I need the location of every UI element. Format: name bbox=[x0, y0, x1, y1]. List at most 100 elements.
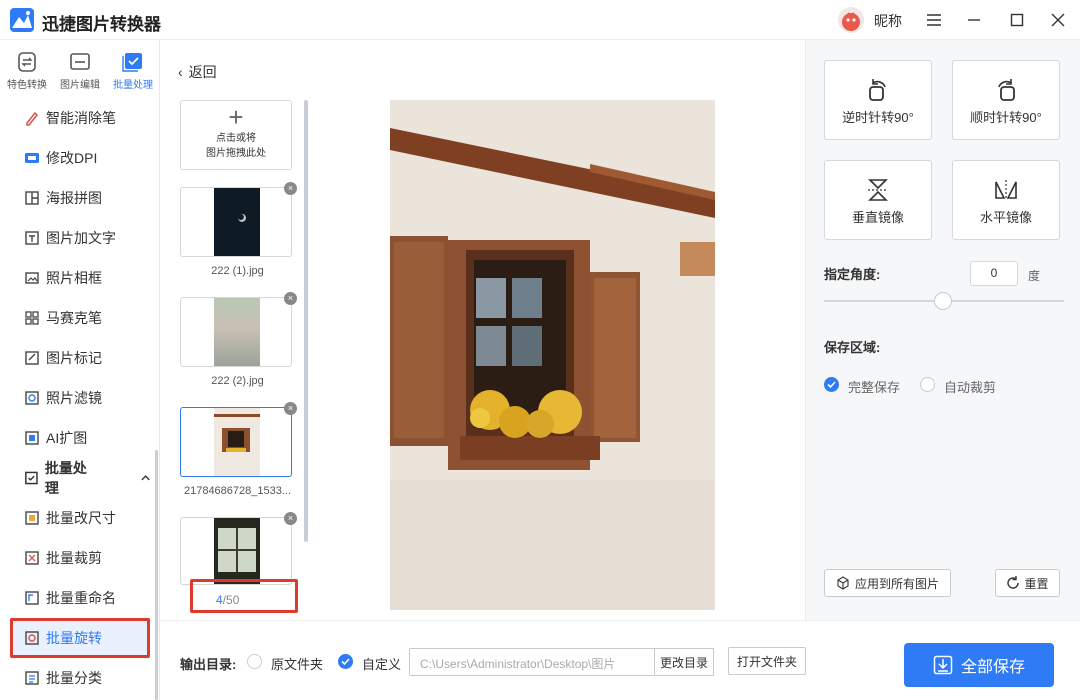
sidebar-item-label: 海报拼图 bbox=[46, 190, 102, 206]
tab-batch-process[interactable]: 批量处理 bbox=[109, 52, 157, 91]
filter-icon bbox=[25, 391, 39, 405]
image-edit-icon bbox=[70, 53, 90, 70]
sidebar-item-label: 图片标记 bbox=[46, 350, 102, 366]
sidebar-item-add-text[interactable]: 图片加文字 bbox=[10, 220, 150, 256]
flip-vertical-icon bbox=[868, 179, 888, 201]
auto-crop-radio[interactable] bbox=[920, 377, 935, 392]
chevron-up-icon[interactable] bbox=[141, 474, 150, 482]
sidebar-item-ai-expand[interactable]: AI扩图 bbox=[10, 420, 150, 456]
remove-thumbnail-icon[interactable]: × bbox=[284, 402, 297, 415]
batch-section-icon bbox=[25, 471, 38, 485]
save-full-radio[interactable] bbox=[824, 377, 839, 392]
reset-button[interactable]: 重置 bbox=[995, 569, 1060, 597]
sidebar-scrollbar[interactable] bbox=[155, 450, 158, 700]
output-dir-label: 输出目录: bbox=[180, 657, 237, 672]
thumbnail[interactable]: × bbox=[180, 182, 297, 257]
rotate-ccw-icon bbox=[869, 79, 886, 101]
remove-thumbnail-icon[interactable]: × bbox=[284, 182, 297, 195]
angle-input[interactable]: 0 bbox=[970, 261, 1018, 286]
rotate-cw-label: 顺时针转90° bbox=[970, 110, 1042, 125]
source-folder-radio[interactable] bbox=[247, 654, 262, 669]
tab-bar: 特色转换 图片编辑 批量处理 bbox=[0, 40, 160, 100]
sidebar-item-image-mark[interactable]: 图片标记 bbox=[10, 340, 150, 376]
apply-all-label: 应用到所有图片 bbox=[854, 576, 939, 591]
sidebar-item-photo-filter[interactable]: 照片滤镜 bbox=[10, 380, 150, 416]
angle-unit: 度 bbox=[1028, 269, 1041, 283]
batch-rename-icon bbox=[25, 591, 39, 605]
sidebar-item-smart-eraser[interactable]: 智能消除笔 bbox=[10, 100, 150, 136]
sidebar-item-label: 批量处理 bbox=[44, 460, 87, 496]
custom-folder-radio[interactable] bbox=[338, 654, 353, 669]
batch-classify-icon bbox=[25, 671, 39, 685]
thumbnail[interactable]: × bbox=[180, 292, 297, 367]
custom-folder-label[interactable]: 自定义 bbox=[362, 654, 401, 673]
flip-horizontal-label: 水平镜像 bbox=[979, 210, 1032, 225]
save-full-label[interactable]: 完整保存 bbox=[848, 377, 900, 396]
tab-label: 批量处理 bbox=[113, 80, 153, 91]
source-folder-label[interactable]: 原文件夹 bbox=[271, 654, 323, 673]
sidebar-item-label: 批量改尺寸 bbox=[46, 510, 116, 526]
sidebar-item-poster-collage[interactable]: 海报拼图 bbox=[10, 180, 150, 216]
add-image-dropzone[interactable]: + 点击或将 图片拖拽此处 bbox=[180, 100, 292, 170]
thumbnail-image bbox=[214, 518, 260, 584]
tab-feature-convert[interactable]: 特色转换 bbox=[3, 52, 51, 91]
sidebar: 特色转换 图片编辑 批量处理 智能消除笔 修改DPI 海报拼图 图片加文字 照片… bbox=[0, 40, 160, 700]
apply-all-button[interactable]: 应用到所有图片 bbox=[824, 569, 951, 597]
sidebar-item-label: 智能消除笔 bbox=[46, 110, 116, 126]
thumbnail[interactable]: × bbox=[180, 512, 297, 585]
minimize-icon[interactable] bbox=[964, 10, 984, 30]
counter-current: 4 bbox=[216, 593, 223, 607]
rotate-ccw-label: 逆时针转90° bbox=[842, 110, 914, 125]
image-preview bbox=[390, 100, 715, 610]
remove-thumbnail-icon[interactable]: × bbox=[284, 292, 297, 305]
back-button[interactable]: ‹ 返回 bbox=[178, 62, 217, 82]
change-dir-button[interactable]: 更改目录 bbox=[654, 648, 714, 676]
sidebar-item-label: 照片相框 bbox=[46, 270, 102, 286]
rotate-ccw-button[interactable]: 逆时针转90° bbox=[824, 60, 932, 140]
remove-thumbnail-icon[interactable]: × bbox=[284, 512, 297, 525]
tab-image-edit[interactable]: 图片编辑 bbox=[56, 52, 104, 91]
save-all-button[interactable]: 全部保存 bbox=[904, 643, 1054, 687]
auto-crop-label[interactable]: 自动裁剪 bbox=[944, 377, 996, 396]
nickname[interactable]: 昵称 bbox=[874, 11, 902, 31]
sidebar-section-batch[interactable]: 批量处理 bbox=[10, 460, 150, 496]
sidebar-item-photo-frame[interactable]: 照片相框 bbox=[10, 260, 150, 296]
open-folder-button[interactable]: 打开文件夹 bbox=[728, 647, 806, 675]
refresh-icon bbox=[1007, 576, 1020, 589]
angle-slider-knob[interactable] bbox=[934, 292, 952, 310]
maximize-icon[interactable] bbox=[1007, 10, 1027, 30]
cube-icon bbox=[837, 576, 849, 590]
rotate-cw-button[interactable]: 顺时针转90° bbox=[952, 60, 1060, 140]
batch-rotate-icon bbox=[25, 631, 39, 645]
plus-icon: + bbox=[228, 102, 244, 132]
title-bar: 迅捷图片转换器 昵称 bbox=[0, 0, 1080, 40]
sidebar-item-batch-resize[interactable]: 批量改尺寸 bbox=[10, 500, 150, 536]
flip-horizontal-icon bbox=[995, 180, 1017, 200]
sidebar-item-mosaic[interactable]: 马赛克笔 bbox=[10, 300, 150, 336]
sidebar-item-label: 马赛克笔 bbox=[46, 310, 102, 326]
avatar[interactable] bbox=[838, 7, 864, 33]
sidebar-item-label: 批量裁剪 bbox=[46, 550, 102, 566]
flip-vertical-button[interactable]: 垂直镜像 bbox=[824, 160, 932, 240]
thumbnail-image bbox=[214, 298, 260, 366]
rotate-cw-icon bbox=[998, 79, 1015, 101]
sidebar-item-label: 修改DPI bbox=[46, 150, 98, 166]
sidebar-item-label: 照片滤镜 bbox=[46, 390, 102, 406]
sidebar-item-batch-classify[interactable]: 批量分类 bbox=[10, 660, 150, 696]
save-area-label: 保存区域: bbox=[824, 340, 881, 355]
close-icon[interactable] bbox=[1048, 10, 1068, 30]
batch-resize-icon bbox=[25, 511, 39, 525]
tab-label: 图片编辑 bbox=[60, 80, 100, 91]
thumbnail-scrollbar[interactable] bbox=[304, 100, 308, 542]
sidebar-item-batch-rotate[interactable]: 批量旋转 bbox=[10, 618, 150, 658]
save-all-label: 全部保存 bbox=[960, 659, 1025, 676]
sidebar-item-dpi[interactable]: 修改DPI bbox=[10, 140, 150, 176]
output-path-input[interactable]: C:\Users\Administrator\Desktop\图片 bbox=[409, 648, 655, 676]
menu-icon[interactable] bbox=[924, 10, 944, 30]
sidebar-item-batch-crop[interactable]: 批量裁剪 bbox=[10, 540, 150, 576]
flip-horizontal-button[interactable]: 水平镜像 bbox=[952, 160, 1060, 240]
sidebar-item-batch-rename[interactable]: 批量重命名 bbox=[10, 580, 150, 616]
thumbnail-name: 21784686728_1533... bbox=[183, 485, 292, 497]
thumbnail-selected[interactable]: × bbox=[180, 402, 297, 477]
sidebar-item-label: AI扩图 bbox=[46, 430, 88, 446]
